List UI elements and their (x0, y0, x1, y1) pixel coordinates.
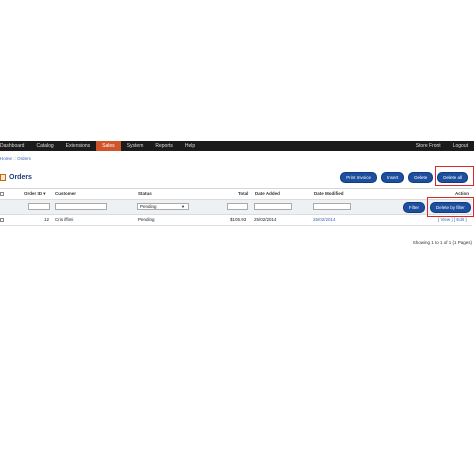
filter-button[interactable]: Filter (403, 202, 425, 213)
delete-all-highlight (435, 166, 474, 186)
row-total: $105.93 (230, 217, 247, 222)
header-total[interactable]: Total (238, 189, 248, 199)
header-order-id[interactable]: Order ID ▾ (24, 189, 46, 199)
filter-customer-input[interactable] (55, 203, 107, 210)
breadcrumb-separator: :: (13, 156, 16, 161)
page-title: Orders (9, 173, 32, 181)
select-all-checkbox[interactable] (0, 192, 4, 196)
orders-table: Order ID ▾ Customer Status Total Date Ad… (0, 188, 472, 226)
delete-by-filter-highlight (427, 197, 474, 217)
filter-status-value: Pending (140, 204, 157, 209)
filter-row: Pending ▼ Filter Delete by filter (0, 200, 472, 215)
nav-reports[interactable]: Reports (149, 141, 179, 151)
nav-system[interactable]: System (121, 141, 150, 151)
row-order-id: 12 (44, 217, 50, 222)
delete-button[interactable]: Delete (408, 172, 434, 183)
row-status: Pending (138, 217, 155, 222)
pagination-text: Showing 1 to 1 of 1 (1 Pages) (412, 240, 472, 245)
header-status[interactable]: Status (138, 189, 152, 199)
nav-dashboard[interactable]: Dashboard (0, 141, 30, 151)
row-checkbox[interactable] (0, 218, 4, 222)
header-date-added[interactable]: Date Added (255, 189, 280, 199)
breadcrumb: Home :: Orders (0, 156, 31, 161)
filter-order-id-input[interactable] (28, 203, 50, 210)
header-customer[interactable]: Customer (55, 189, 76, 199)
insert-button[interactable]: Insert (380, 172, 405, 183)
filter-date-modified-input[interactable] (313, 203, 351, 210)
header-date-modified[interactable]: Date Modified (314, 189, 344, 199)
breadcrumb-orders[interactable]: Orders (17, 156, 31, 161)
dropdown-caret-icon: ▼ (181, 204, 185, 209)
table-header: Order ID ▾ Customer Status Total Date Ad… (0, 189, 472, 200)
nav-extensions[interactable]: Extensions (60, 141, 96, 151)
header-order-id-label: Order ID (24, 191, 43, 196)
title-bar: Orders Print Invoice Insert Delete Delet… (0, 170, 474, 184)
top-nav: Dashboard Catalog Extensions Sales Syste… (0, 141, 474, 151)
row-date-added: 25/02/2014 (254, 217, 277, 222)
filter-total-input[interactable] (227, 203, 248, 210)
nav-help[interactable]: Help (179, 141, 201, 151)
nav-catalog[interactable]: Catalog (30, 141, 59, 151)
nav-sales[interactable]: Sales (96, 141, 121, 151)
print-invoice-button[interactable]: Print Invoice (340, 172, 377, 183)
filter-date-added-input[interactable] (254, 203, 292, 210)
row-date-modified: 25/02/2014 (313, 217, 336, 222)
orders-icon (0, 173, 6, 181)
nav-store-front[interactable]: Store Front (410, 141, 447, 151)
nav-logout[interactable]: Logout (447, 141, 474, 151)
table-row: 12 Cris iffimi Pending $105.93 25/02/201… (0, 215, 472, 226)
filter-status-select[interactable]: Pending ▼ (137, 203, 189, 210)
sort-desc-icon: ▾ (43, 191, 46, 196)
breadcrumb-home[interactable]: Home (0, 156, 12, 161)
row-customer: Cris iffimi (55, 217, 74, 222)
